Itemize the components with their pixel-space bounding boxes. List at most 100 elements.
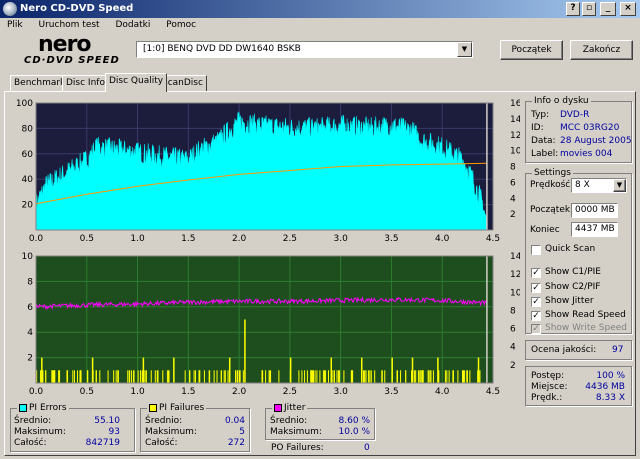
progress-label: Miejsce: (531, 382, 568, 392)
restore-icon[interactable]: ▫ (582, 2, 596, 16)
pi-errors-title-text: PI Errors (29, 403, 67, 413)
x-tick-label: 4.5 (486, 387, 500, 397)
pi-failure-bar (363, 370, 365, 383)
pi-failure-bar (95, 370, 97, 383)
pi-failure-bar (154, 370, 156, 383)
po-failures-label: PO Failures: (271, 443, 324, 453)
pi-failure-bar (422, 370, 424, 383)
chevron-down-icon[interactable]: ▼ (457, 42, 472, 57)
pi-failure-bar (141, 370, 143, 383)
y-right-tick-label: 8 (510, 306, 516, 316)
y-right-tick-label: 10 (510, 288, 520, 298)
menu-item-dodatki[interactable]: Dodatki (115, 20, 150, 30)
tab-benchmark[interactable]: Benchmark (10, 75, 70, 91)
jitter-title-text: Jitter (284, 403, 306, 413)
pi-failure-bar (131, 370, 133, 383)
pi-failure-bar (42, 370, 44, 383)
close-icon[interactable]: × (620, 2, 636, 16)
pi-failure-bar (129, 370, 131, 383)
pi-failure-bar (113, 370, 115, 383)
pi-failure-bar (430, 370, 432, 383)
pi-failure-bar (150, 370, 152, 383)
pi-failure-bar (448, 370, 450, 383)
menu-item-plik[interactable]: Plik (7, 20, 23, 30)
pi-failure-bar (76, 370, 78, 383)
x-tick-label: 1.0 (130, 387, 145, 397)
pi-failure-bar (325, 370, 327, 383)
y-right-tick-label: 8 (510, 163, 516, 173)
pi-failure-bar (400, 370, 402, 383)
start-button[interactable]: Początek (500, 40, 563, 60)
pi-failure-bar (420, 370, 422, 383)
checkbox-show-c2-pif[interactable]: ✓ (531, 283, 541, 293)
minimize-icon[interactable]: _ (600, 2, 616, 16)
y-right-tick-label: 6 (510, 325, 516, 335)
pi-failure-bar (360, 357, 363, 383)
disc-info-title: Info o dysku (532, 96, 591, 106)
y-right-tick-label: 10 (510, 147, 520, 157)
pi-failure-bar (310, 370, 312, 383)
pi-failure-bar (374, 370, 376, 383)
x-tick-label: 2.0 (232, 234, 247, 244)
pi-failure-bar (242, 370, 244, 383)
drive-select-value: [1:0] BENQ DVD DD DW1640 BSKB (143, 44, 301, 54)
checkbox-show-c1-pie[interactable]: ✓ (531, 268, 541, 278)
end-mb-input[interactable]: 4437 MB (571, 222, 618, 237)
checkbox-show-read-speed[interactable]: ✓ (531, 311, 541, 321)
pi-failure-bar (412, 370, 414, 383)
speed-select[interactable]: 8 X ▼ (571, 178, 627, 193)
start-mb-input[interactable]: 0000 MB (571, 203, 618, 218)
pi-failure-bar (139, 370, 141, 383)
help-icon[interactable]: ? (566, 2, 580, 16)
pi-errors-stat-value: 55.10 (94, 416, 120, 426)
pi-failure-bar (173, 357, 175, 383)
checkbox-quick-scan[interactable] (531, 245, 541, 255)
pi-failures-stat-value: 5 (239, 427, 245, 437)
pi-failure-bar (228, 357, 231, 383)
pi-failure-bar (391, 357, 393, 383)
pi-failure-bar (223, 370, 225, 383)
menu-item-uruchom-test[interactable]: Uruchom test (39, 20, 100, 30)
pi-failure-bar (117, 370, 119, 383)
pi-failure-bar (224, 370, 226, 383)
pi-failure-bar (194, 370, 196, 383)
stop-button[interactable]: Zakończ (570, 40, 633, 60)
pi-errors-stat-value: 93 (108, 427, 120, 437)
x-tick-label: 3.5 (384, 387, 398, 397)
menu-item-pomoc[interactable]: Pomoc (166, 20, 196, 30)
pi-failure-bar (411, 370, 413, 383)
tab-disc-info[interactable]: Disc Info (62, 75, 109, 91)
x-tick-label: 3.0 (334, 387, 349, 397)
pi-failure-bar (324, 370, 326, 383)
pi-failure-bar (203, 370, 205, 383)
pi-errors-stat-label: Maksimum: (14, 427, 66, 437)
drive-select[interactable]: [1:0] BENQ DVD DD DW1640 BSKB ▼ (136, 41, 473, 58)
pi-failure-bar (469, 370, 471, 383)
nero-logo: nero CD·DVD SPEED (24, 34, 134, 71)
jitter-title: Jitter (272, 403, 308, 413)
tab-disc-quality[interactable]: Disc Quality (105, 73, 168, 92)
pi-errors-swatch (19, 404, 27, 412)
pi-failure-bar (67, 370, 69, 383)
pi-failure-bar (127, 370, 129, 383)
pi-failure-bar (99, 370, 101, 383)
y-right-tick-label: 14 (510, 115, 520, 125)
pi-failure-bar (144, 370, 146, 383)
speed-select-value: 8 X (575, 180, 590, 190)
pi-failure-bar (396, 370, 399, 383)
checkbox-show-jitter[interactable]: ✓ (531, 297, 541, 307)
pi-failure-bar (86, 370, 88, 383)
pi-failure-bar (208, 370, 211, 383)
x-tick-label: 1.5 (181, 387, 195, 397)
pi-failure-bar (235, 370, 237, 383)
pi-failure-bar (304, 370, 306, 383)
end-mb-label: Koniec (530, 225, 560, 235)
pi-failure-bar (189, 370, 191, 383)
checkbox-label: Show C2/PIF (545, 282, 601, 292)
speed-chevron-down-icon[interactable]: ▼ (613, 179, 626, 192)
quality-score-value: 97 (612, 345, 624, 355)
pi-failures-chart: 0.0 0.5 1.0 1.5 2.0 2.5 3.0 3.5 4.0 4.5 10 8 6 4 2 14 12… (22, 252, 520, 397)
pi-failure-bar (107, 370, 109, 383)
checkbox-show-write-speed: ✓ (531, 324, 541, 334)
disc-info-label: Typ: (531, 110, 550, 120)
